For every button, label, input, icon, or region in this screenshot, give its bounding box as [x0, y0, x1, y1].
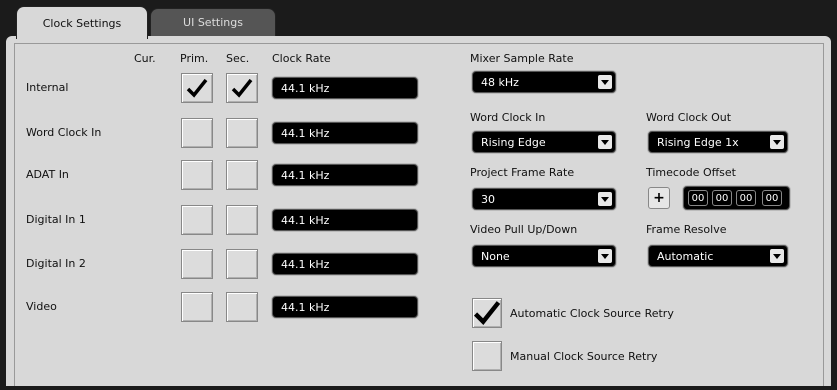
clock-source-label: Video [26, 300, 57, 313]
chevron-down-icon [598, 75, 612, 89]
checkmark-icon [473, 301, 501, 326]
panel-frame [14, 43, 824, 386]
tab-ui-settings[interactable]: UI Settings [150, 8, 276, 36]
word-clock-in-label: Word Clock In [470, 111, 546, 124]
chevron-down-icon [770, 249, 784, 263]
video-pull-select[interactable]: None [472, 245, 616, 267]
select-value: Rising Edge 1x [657, 135, 739, 149]
automatic-retry-checkbox[interactable] [472, 298, 502, 328]
clock-source-label: Internal [26, 81, 69, 94]
clock-settings-panel [6, 36, 831, 386]
clock-source-label: Word Clock In [26, 126, 102, 139]
clock-source-label: Digital In 2 [26, 257, 86, 270]
frame-resolve-label: Frame Resolve [646, 223, 727, 236]
primary-checkbox[interactable] [181, 118, 213, 148]
select-value: 48 kHz [481, 75, 519, 89]
secondary-checkbox[interactable] [226, 160, 258, 190]
timecode-seconds-field[interactable]: 00 [736, 190, 756, 206]
secondary-checkbox[interactable] [226, 249, 258, 279]
timecode-frames-field[interactable]: 00 [762, 190, 782, 206]
primary-checkbox[interactable] [181, 73, 213, 103]
timecode-hours-field[interactable]: 00 [688, 190, 708, 206]
select-value: 30 [481, 192, 495, 206]
primary-checkbox[interactable] [181, 160, 213, 190]
chevron-down-icon [770, 135, 784, 149]
header-primary: Prim. [180, 52, 209, 65]
clock-rate-display: 44.1 kHz [272, 209, 418, 231]
header-clock-rate: Clock Rate [272, 52, 331, 65]
manual-retry-label: Manual Clock Source Retry [510, 350, 658, 363]
clock-rate-display: 44.1 kHz [272, 253, 418, 275]
clock-rate-display: 44.1 kHz [272, 77, 418, 99]
clock-rate-display: 44.1 kHz [272, 164, 418, 186]
secondary-checkbox[interactable] [226, 205, 258, 235]
secondary-checkbox[interactable] [226, 292, 258, 322]
word-clock-out-select[interactable]: Rising Edge 1x [648, 131, 788, 153]
select-value: Rising Edge [481, 135, 546, 149]
timecode-sign-button[interactable]: + [648, 187, 670, 209]
project-frame-rate-select[interactable]: 30 [472, 188, 616, 210]
mixer-sample-rate-label: Mixer Sample Rate [470, 52, 574, 65]
checkmark-icon [186, 78, 208, 98]
project-frame-rate-label: Project Frame Rate [470, 166, 575, 179]
chevron-down-icon [598, 135, 612, 149]
clock-rate-display: 44.1 kHz [272, 296, 418, 318]
chevron-down-icon [598, 249, 612, 263]
primary-checkbox[interactable] [181, 292, 213, 322]
header-secondary: Sec. [226, 52, 250, 65]
tab-label: Clock Settings [42, 16, 122, 30]
tab-label: UI Settings [183, 16, 243, 29]
checkmark-icon [231, 78, 253, 98]
mixer-sample-rate-select[interactable]: 48 kHz [472, 71, 616, 93]
select-value: None [481, 249, 510, 263]
primary-checkbox[interactable] [181, 205, 213, 235]
timecode-offset-fields: 00 00 00 00 [683, 186, 790, 210]
select-value: Automatic [657, 249, 714, 263]
manual-retry-checkbox[interactable] [472, 341, 502, 371]
primary-checkbox[interactable] [181, 249, 213, 279]
clock-source-label: Digital In 1 [26, 213, 86, 226]
word-clock-in-select[interactable]: Rising Edge [472, 131, 616, 153]
video-pull-label: Video Pull Up/Down [470, 223, 578, 236]
timecode-offset-label: Timecode Offset [646, 166, 736, 179]
frame-resolve-select[interactable]: Automatic [648, 245, 788, 267]
clock-rate-display: 44.1 kHz [272, 122, 418, 144]
automatic-retry-label: Automatic Clock Source Retry [510, 307, 674, 320]
timecode-minutes-field[interactable]: 00 [712, 190, 732, 206]
clock-source-label: ADAT In [26, 168, 69, 181]
header-current: Cur. [134, 52, 156, 65]
word-clock-out-label: Word Clock Out [646, 111, 732, 124]
chevron-down-icon [598, 192, 612, 206]
secondary-checkbox[interactable] [226, 73, 258, 103]
tab-clock-settings[interactable]: Clock Settings [16, 6, 148, 39]
secondary-checkbox[interactable] [226, 118, 258, 148]
